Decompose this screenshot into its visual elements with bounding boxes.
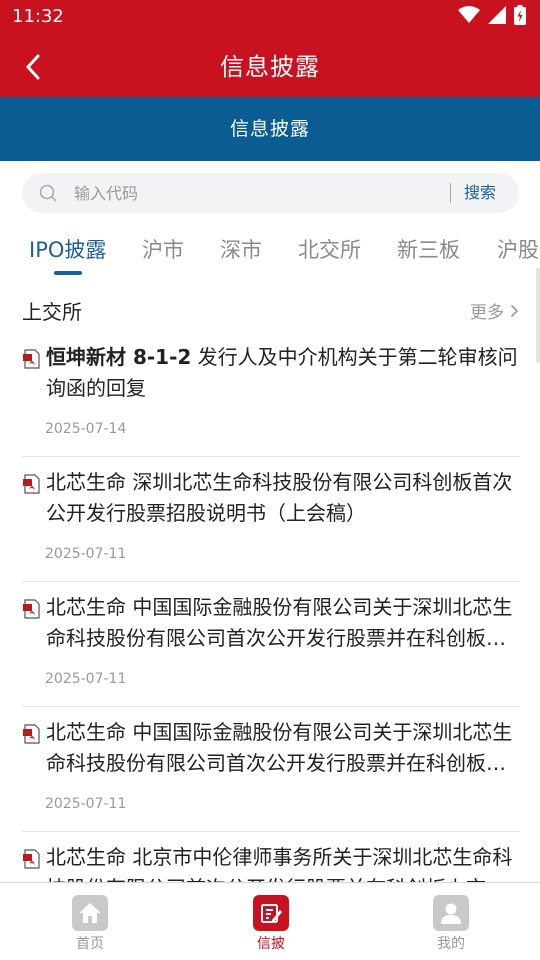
item-date: 2025-07-14: [45, 421, 127, 437]
pdf-icon: [23, 349, 40, 369]
list-item[interactable]: 北芯生命 中国国际金融股份有限公司关于深圳北芯生命科技股份有限公司首次公开发行股…: [22, 582, 520, 707]
item-title: 北芯生命 中国国际金融股份有限公司关于深圳北芯生命科技股份有限公司首次公开发行股…: [46, 595, 513, 650]
search-icon: [39, 184, 57, 202]
tab-hk-connect[interactable]: 沪股: [497, 234, 539, 264]
disclosure-list: 恒坤新材 8-1-2 发行人及中介机构关于第二轮审核问询函的回复 2025-07…: [22, 332, 520, 957]
pdf-icon: [23, 474, 40, 494]
more-link[interactable]: 更多: [470, 298, 518, 323]
search-button[interactable]: 搜索: [464, 173, 496, 213]
list-item[interactable]: 北芯生命 深圳北芯生命科技股份有限公司科创板首次公开发行股票招股说明书（上会稿）…: [22, 457, 520, 582]
chevron-right-icon: [511, 304, 518, 317]
item-title: 恒坤新材 8-1-2 发行人及中介机构关于第二轮审核问询函的回复: [46, 342, 520, 404]
nav-home[interactable]: 首页: [50, 895, 130, 953]
item-title-code: 恒坤新材 8-1-2: [46, 345, 192, 369]
status-icons: [458, 5, 526, 25]
item-date: 2025-07-11: [45, 546, 127, 562]
item-title: 北芯生命 中国国际金融股份有限公司关于深圳北芯生命科技股份有限公司首次公开发行股…: [46, 720, 513, 775]
wifi-icon: [458, 6, 480, 23]
profile-icon: [433, 895, 469, 931]
search-input[interactable]: [74, 173, 444, 213]
list-item[interactable]: 恒坤新材 8-1-2 发行人及中介机构关于第二轮审核问询函的回复 2025-07…: [22, 332, 520, 457]
pdf-icon: [23, 849, 40, 869]
nav-label: 我的: [437, 936, 465, 952]
nav-label: 信披: [257, 936, 285, 952]
status-time: 11:32: [12, 6, 64, 27]
search-divider: [450, 183, 451, 203]
pdf-icon: [23, 724, 40, 744]
pdf-icon: [23, 599, 40, 619]
active-tab-indicator: [54, 271, 82, 275]
tab-shanghai[interactable]: 沪市: [142, 234, 184, 264]
section-banner: 信息披露: [0, 97, 540, 161]
tab-bse[interactable]: 北交所: [298, 234, 361, 264]
list-item[interactable]: 北芯生命 中国国际金融股份有限公司关于深圳北芯生命科技股份有限公司首次公开发行股…: [22, 707, 520, 832]
more-label: 更多: [470, 303, 504, 323]
disclosure-icon: [253, 895, 289, 931]
nav-disclosure[interactable]: 信披: [231, 895, 311, 953]
tab-neeq[interactable]: 新三板: [397, 234, 460, 264]
section-title: 上交所: [22, 300, 82, 324]
nav-profile[interactable]: 我的: [411, 895, 491, 953]
scrollbar[interactable]: [536, 268, 540, 363]
bottom-nav: 首页 信披 我的: [0, 882, 540, 960]
search-bar: 搜索: [22, 173, 519, 213]
item-date: 2025-07-11: [45, 796, 127, 812]
home-icon: [72, 895, 108, 931]
item-date: 2025-07-11: [45, 671, 127, 687]
battery-icon: [514, 5, 526, 25]
page-title: 信息披露: [220, 53, 320, 81]
signal-icon: [488, 6, 506, 24]
tab-ipo[interactable]: IPO披露: [29, 234, 106, 264]
item-title: 北芯生命 深圳北芯生命科技股份有限公司科创板首次公开发行股票招股说明书（上会稿）: [46, 470, 513, 525]
tab-shenzhen[interactable]: 深市: [220, 234, 262, 264]
nav-label: 首页: [76, 936, 104, 952]
app-header: 11:32 信息披露: [0, 0, 540, 97]
category-tabs: IPO披露 沪市 深市 北交所 新三板 沪股: [0, 228, 540, 278]
